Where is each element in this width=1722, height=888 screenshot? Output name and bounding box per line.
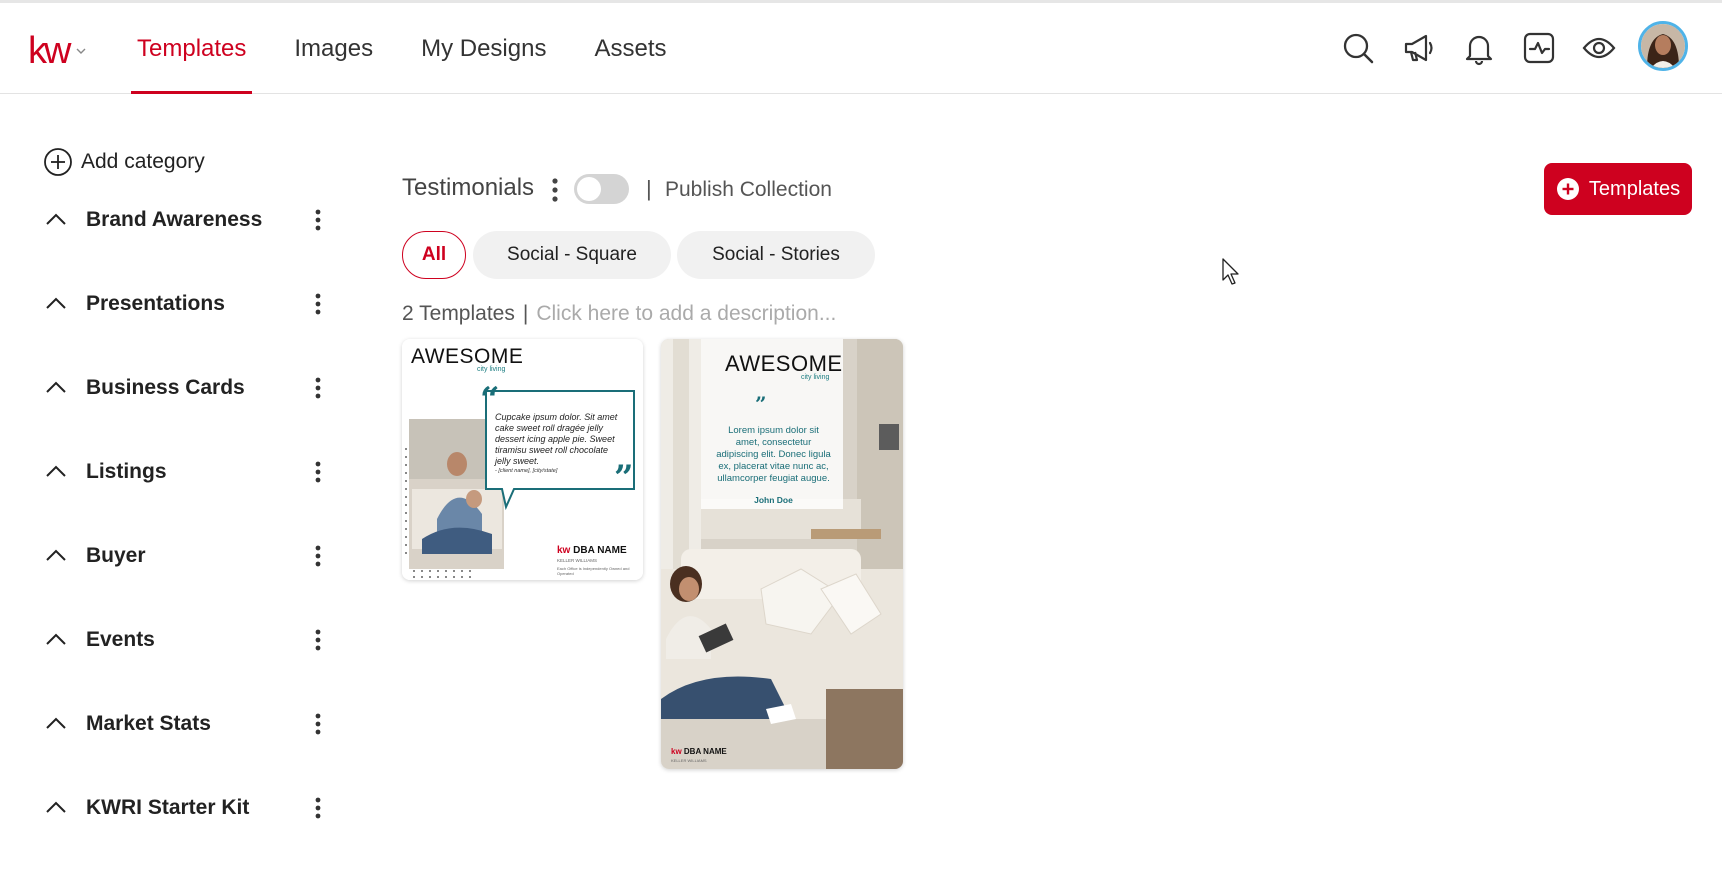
user-photo-icon (1641, 24, 1685, 68)
tab-templates[interactable]: Templates (130, 3, 253, 94)
chevron-up-icon[interactable] (43, 627, 69, 653)
template-artwork: ” (661, 339, 903, 769)
kebab-menu-icon[interactable] (313, 292, 323, 316)
tab-images[interactable]: Images (294, 3, 373, 94)
chevron-down-icon (76, 48, 86, 54)
chevron-up-icon[interactable] (43, 207, 69, 233)
category-label: Events (86, 628, 155, 651)
company-name: KELLER WILLIAMS (671, 758, 707, 763)
tab-assets[interactable]: Assets (594, 3, 666, 94)
kebab-menu-icon[interactable] (313, 376, 323, 400)
sidebar-item-kwri-starter-kit[interactable]: KWRI Starter Kit (43, 788, 333, 828)
chevron-up-icon[interactable] (43, 459, 69, 485)
activity-icon[interactable] (1521, 30, 1557, 66)
chevron-up-icon[interactable] (43, 711, 69, 737)
separator: | (522, 302, 529, 325)
sidebar-item-events[interactable]: Events (43, 620, 333, 660)
kebab-menu-icon[interactable] (313, 628, 323, 652)
category-label: Buyer (86, 544, 146, 567)
search-icon[interactable] (1340, 30, 1376, 66)
office-disclaimer: Each Office is Independently Owned and O… (557, 566, 630, 576)
collection-title[interactable]: Testimonials (402, 174, 534, 202)
publish-collection-label[interactable]: Publish Collection (665, 178, 832, 202)
client-attribution: - [client name], [city/state] (495, 468, 558, 474)
brand-tagline: city living (801, 374, 830, 381)
sidebar-item-market-stats[interactable]: Market Stats (43, 704, 333, 744)
category-label: Business Cards (86, 376, 245, 399)
filter-chip-social-stories[interactable]: Social - Stories (677, 231, 875, 279)
kw-logo: kw (28, 30, 71, 72)
kebab-menu-icon[interactable] (313, 796, 323, 820)
add-category-label: Add category (81, 150, 205, 173)
filter-chip-all[interactable]: All (402, 231, 466, 279)
chevron-up-icon[interactable] (43, 375, 69, 401)
publish-toggle[interactable] (574, 174, 629, 204)
brand-tagline: city living (477, 366, 506, 373)
avatar[interactable] (1638, 21, 1688, 71)
kebab-menu-icon[interactable] (313, 712, 323, 736)
filter-chip-social-square[interactable]: Social - Square (473, 231, 671, 279)
separator: | (646, 176, 652, 201)
mouse-pointer-icon (1222, 258, 1239, 285)
plus-circle-icon (1556, 178, 1579, 200)
tab-my-designs[interactable]: My Designs (421, 3, 546, 94)
sidebar-item-business-cards[interactable]: Business Cards (43, 368, 333, 408)
add-templates-button[interactable]: Templates (1544, 163, 1692, 215)
bell-icon[interactable] (1461, 30, 1497, 66)
add-templates-label: Templates (1588, 177, 1681, 200)
testimonial-quote: Cupcake ipsum dolor. Sit amet cake sweet… (495, 412, 618, 466)
agent-dba: kw DBA NAME (671, 747, 727, 756)
eye-icon[interactable] (1581, 30, 1617, 66)
main-nav-tabs: Templates Images My Designs Assets (130, 3, 715, 94)
chevron-up-icon[interactable] (43, 543, 69, 569)
megaphone-icon[interactable] (1401, 30, 1437, 66)
company-name: KELLER WILLIAMS (557, 558, 598, 563)
testimonial-quote: Lorem ipsum dolor sit amet, consectetur … (716, 425, 831, 484)
kebab-menu-icon[interactable] (313, 460, 323, 484)
template-count-line: 2 Templates | Click here to add a descri… (402, 302, 836, 326)
template-count: 2 Templates (402, 302, 515, 325)
template-card-social-square[interactable]: “ ” AWESOME city living Cupcake ipsum do… (402, 339, 643, 580)
sidebar-item-buyer[interactable]: Buyer (43, 536, 333, 576)
chevron-up-icon[interactable] (43, 291, 69, 317)
chevron-up-icon[interactable] (43, 795, 69, 821)
description-input[interactable]: Click here to add a description... (536, 302, 836, 326)
template-card-social-stories[interactable]: ” AWESOME city living Lorem ipsum dolor … (661, 339, 903, 769)
category-label: Listings (86, 460, 167, 483)
sidebar-item-brand-awareness[interactable]: Brand Awareness (43, 200, 333, 240)
category-label: Brand Awareness (86, 208, 263, 231)
add-category-button[interactable]: Add category (43, 147, 205, 177)
sidebar-item-presentations[interactable]: Presentations (43, 284, 333, 324)
testimonial-author: John Doe (754, 495, 793, 505)
kebab-menu-icon[interactable] (313, 208, 323, 232)
kebab-menu-icon[interactable] (313, 544, 323, 568)
sidebar-item-listings[interactable]: Listings (43, 452, 333, 492)
category-label: Presentations (86, 292, 225, 315)
plus-circle-icon (44, 148, 72, 176)
brand-wordmark: AWESOME (411, 345, 524, 368)
app-logo-menu[interactable]: kw (28, 30, 86, 72)
category-label: KWRI Starter Kit (86, 796, 250, 819)
kebab-menu-icon[interactable] (550, 177, 560, 203)
category-label: Market Stats (86, 712, 211, 735)
agent-dba: kw DBA NAME (557, 545, 627, 556)
svg-text:”: ” (755, 392, 767, 416)
